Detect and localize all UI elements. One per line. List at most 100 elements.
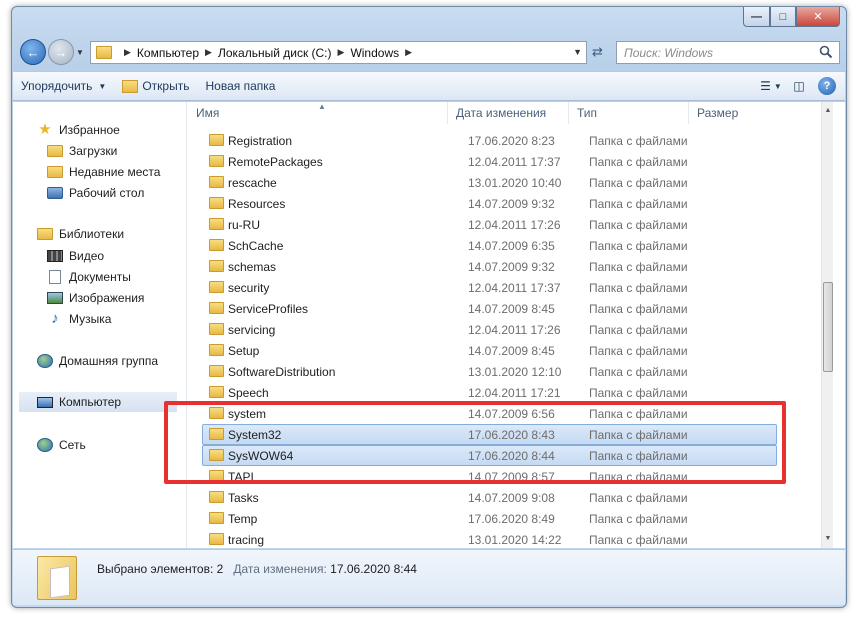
file-name: Temp: [228, 511, 258, 526]
file-date: 14.07.2009 9:08: [468, 490, 555, 505]
file-type: Папка с файлами: [589, 322, 688, 337]
chevron-right-icon[interactable]: ▶: [205, 47, 212, 58]
search-input[interactable]: Поиск: Windows: [616, 41, 840, 64]
view-mode-button[interactable]: ☰ ▼: [759, 75, 783, 97]
sidebar-item-network[interactable]: Сеть: [37, 435, 86, 455]
breadcrumb-windows[interactable]: Windows: [350, 46, 399, 60]
new-folder-label: Новая папка: [205, 79, 276, 93]
forward-button[interactable]: →: [48, 39, 74, 65]
chevron-right-icon[interactable]: ▶: [124, 47, 131, 58]
file-row[interactable]: SoftwareDistribution 13.01.2020 12:10 Папк…: [188, 361, 833, 382]
file-type: Папка с файлами: [589, 238, 688, 253]
file-row[interactable]: Temp 17.06.2020 8:49 Папка с файлами: [188, 508, 833, 529]
close-button[interactable]: ✕: [796, 7, 840, 27]
sidebar-item-pictures[interactable]: Изображения: [47, 288, 144, 308]
sidebar-item-libraries[interactable]: Библиотеки: [37, 224, 124, 244]
sidebar-label: Музыка: [69, 312, 112, 326]
file-name: TAPI: [228, 469, 254, 484]
date-modified-value: 17.06.2020 8:44: [330, 562, 417, 576]
column-name[interactable]: Имя ▲: [188, 102, 448, 124]
column-type-label: Тип: [577, 106, 598, 120]
file-row[interactable]: Setup 14.07.2009 8:45 Папка с файлами: [188, 340, 833, 361]
file-row[interactable]: SchCache 14.07.2009 6:35 Папка с файлами: [188, 235, 833, 256]
folder-icon: [209, 323, 224, 335]
address-bar[interactable]: ▶ Компьютер ▶ Локальный диск (C:) ▶ Wind…: [90, 41, 587, 64]
chevron-right-icon[interactable]: ▶: [405, 47, 412, 58]
sidebar-item-video[interactable]: Видео: [47, 246, 104, 266]
column-size-label: Размер: [697, 106, 739, 120]
sidebar-item-favorites[interactable]: ★ Избранное: [37, 120, 120, 140]
address-history-dropdown[interactable]: ▼: [573, 47, 582, 57]
sidebar-label: Компьютер: [59, 395, 122, 409]
folder-icon: [209, 260, 224, 272]
maximize-button[interactable]: □: [770, 7, 796, 27]
file-row[interactable]: SysWOW64 17.06.2020 8:44 Папка с файлами: [202, 445, 777, 466]
file-type: Папка с файлами: [589, 511, 688, 526]
column-type[interactable]: Тип: [569, 102, 689, 124]
date-modified-label: Дата изменения:: [233, 562, 327, 576]
file-rows: Registration 17.06.2020 8:23 Папка с файла…: [188, 130, 833, 548]
chevron-right-icon[interactable]: ▶: [338, 47, 345, 58]
file-name: ru-RU: [228, 217, 260, 232]
column-name-label: Имя: [196, 106, 220, 120]
sidebar-item-music[interactable]: ♪ Музыка: [47, 309, 111, 329]
file-name: ServiceProfiles: [228, 301, 309, 316]
file-row[interactable]: Speech 12.04.2011 17:21 Папка с файлами: [188, 382, 833, 403]
file-row[interactable]: Tasks 14.07.2009 9:08 Папка с файлами: [188, 487, 833, 508]
file-type: Папка с файлами: [589, 490, 688, 505]
file-row[interactable]: schemas 14.07.2009 9:32 Папка с файлами: [188, 256, 833, 277]
recent-pages-dropdown[interactable]: ▼: [76, 48, 84, 57]
column-date[interactable]: Дата изменения: [448, 102, 569, 124]
sidebar-item-downloads[interactable]: Загрузки: [47, 141, 117, 161]
caption-buttons: — □ ✕: [743, 7, 840, 27]
breadcrumb-local-disk[interactable]: Локальный диск (C:): [218, 46, 332, 60]
video-icon: [47, 250, 63, 262]
file-row[interactable]: TAPI 14.07.2009 8:57 Папка с файлами: [188, 466, 833, 487]
file-type: Папка с файлами: [589, 469, 688, 484]
open-button[interactable]: Открыть: [114, 74, 197, 98]
arrow-right-icon: →: [54, 44, 68, 60]
vertical-scrollbar[interactable]: ▲ ▼: [821, 102, 833, 548]
file-row[interactable]: RemotePackages 12.04.2011 17:37 Папка с фа…: [188, 151, 833, 172]
sidebar-item-homegroup[interactable]: Домашняя группа: [37, 351, 158, 371]
file-row[interactable]: ServiceProfiles 14.07.2009 8:45 Папка с фа…: [188, 298, 833, 319]
file-date: 17.06.2020 8:43: [468, 427, 555, 442]
file-name: tracing: [228, 532, 265, 547]
file-row[interactable]: System32 17.06.2020 8:43 Папка с файлами: [202, 424, 777, 445]
preview-pane-button[interactable]: ◫: [787, 75, 811, 97]
sidebar-item-documents[interactable]: Документы: [47, 267, 131, 287]
scroll-up-arrow-icon[interactable]: ▲: [823, 104, 833, 118]
folder-icon: [209, 512, 224, 524]
file-date: 12.04.2011 17:21: [468, 385, 561, 400]
file-row[interactable]: tracing 13.01.2020 14:22 Папка с файлами: [188, 529, 833, 548]
sort-ascending-icon: ▲: [318, 102, 326, 111]
organize-menu[interactable]: Упорядочить ▼: [13, 74, 114, 98]
sidebar-item-desktop[interactable]: Рабочий стол: [47, 183, 144, 203]
file-type: Папка с файлами: [589, 532, 688, 547]
scroll-thumb[interactable]: [823, 282, 833, 372]
minimize-button[interactable]: —: [743, 7, 770, 27]
folder-icon: [209, 407, 224, 419]
breadcrumb-computer[interactable]: Компьютер: [137, 46, 199, 60]
file-row[interactable]: security 12.04.2011 17:37 Папка с файлами: [188, 277, 833, 298]
new-folder-button[interactable]: Новая папка: [197, 74, 283, 98]
file-row[interactable]: servicing 12.04.2011 17:26 Папка с файлами: [188, 319, 833, 340]
file-name: Resources: [228, 196, 286, 211]
sidebar-item-recent-places[interactable]: Недавние места: [47, 162, 160, 182]
file-date: 14.07.2009 6:35: [468, 238, 555, 253]
star-icon: ★: [38, 121, 52, 138]
back-button[interactable]: ←: [20, 39, 46, 65]
file-row[interactable]: ru-RU 12.04.2011 17:26 Папка с файлами: [188, 214, 833, 235]
file-date: 17.06.2020 8:49: [468, 511, 555, 526]
file-row[interactable]: rescache 13.01.2020 10:40 Папка с файлами: [188, 172, 833, 193]
sidebar-item-computer[interactable]: Компьютер: [19, 392, 177, 412]
sidebar-label: Рабочий стол: [69, 186, 145, 200]
file-row[interactable]: Registration 17.06.2020 8:23 Папка с файла…: [188, 130, 833, 151]
file-row[interactable]: system 14.07.2009 6:56 Папка с файлами: [188, 403, 833, 424]
file-row[interactable]: Resources 14.07.2009 9:32 Папка с файлами: [188, 193, 833, 214]
column-size[interactable]: Размер: [689, 102, 821, 124]
refresh-button[interactable]: ⇄: [592, 44, 610, 62]
help-button[interactable]: ?: [815, 75, 839, 97]
homegroup-icon: [37, 354, 53, 368]
scroll-down-arrow-icon[interactable]: ▼: [823, 532, 833, 546]
